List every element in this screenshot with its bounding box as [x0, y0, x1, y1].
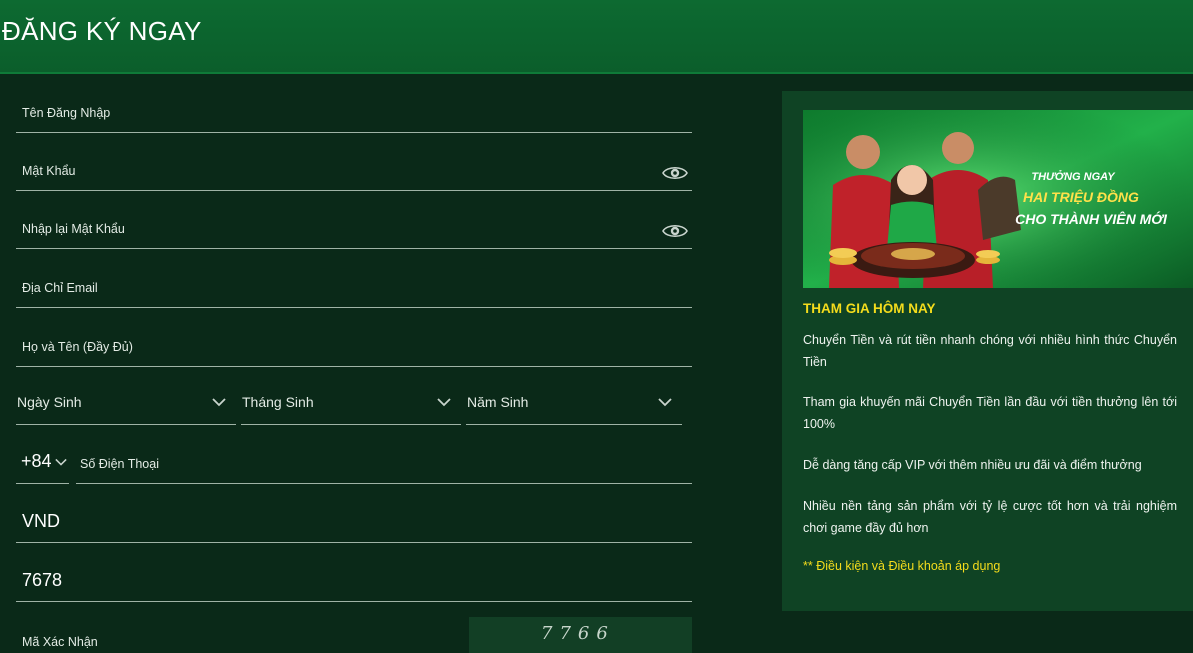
username-label: Tên Đăng Nhập	[22, 106, 111, 120]
fullname-field[interactable]: Họ và Tên (Đầy Đủ)	[16, 308, 692, 367]
password-field[interactable]: Mật Khẩu	[16, 132, 692, 191]
code-field[interactable]: 7678	[16, 543, 692, 602]
banner-line3: CHO THÀNH VIÊN MỚI	[1015, 210, 1168, 227]
promo-paragraph: Nhiều nền tảng sản phẩm với tỷ lệ cược t…	[803, 499, 1177, 535]
code-value: 7678	[22, 570, 63, 590]
phone-code-value: +84	[21, 451, 52, 471]
phone-field[interactable]: Số Điện Thoại	[76, 425, 692, 484]
chevron-down-icon	[55, 458, 67, 466]
promo-panel: THƯỞNG NGAY HAI TRIỆU ĐỒNG CHO THÀNH VIÊ…	[782, 91, 1193, 611]
captcha-field[interactable]: Mã Xác Nhận	[16, 614, 456, 653]
birth-month-label: Tháng Sinh	[242, 394, 314, 410]
username-field[interactable]: Tên Đăng Nhập	[16, 74, 692, 133]
birth-day-label: Ngày Sinh	[17, 394, 82, 410]
eye-icon[interactable]	[662, 164, 688, 182]
captcha-label: Mã Xác Nhận	[22, 635, 98, 649]
currency-value: VND	[22, 511, 61, 531]
captcha-image[interactable]: 7766	[469, 617, 692, 653]
chevron-down-icon	[437, 398, 451, 407]
birth-day-select[interactable]: Ngày Sinh	[16, 366, 236, 425]
promo-paragraph: Chuyển Tiền và rút tiền nhanh chóng với …	[803, 333, 1177, 369]
birth-year-select[interactable]: Năm Sinh	[466, 366, 682, 425]
currency-field[interactable]: VND	[16, 484, 692, 543]
eye-icon[interactable]	[662, 222, 688, 240]
terms-link[interactable]: ** Điều kiện và Điều khoản áp dụng	[803, 559, 1000, 573]
chevron-down-icon	[212, 398, 226, 407]
banner-line1: THƯỞNG NGAY	[1031, 170, 1116, 183]
banner-line2: HAI TRIỆU ĐỒNG	[1023, 188, 1139, 205]
roulette-wheel	[851, 242, 975, 278]
password-confirm-label: Nhập lại Mật Khẩu	[22, 222, 125, 236]
password-confirm-field[interactable]: Nhập lại Mật Khẩu	[16, 190, 692, 249]
birth-month-select[interactable]: Tháng Sinh	[241, 366, 461, 425]
registration-form: Tên Đăng Nhập Mật Khẩu Nhập lại Mật Khẩu…	[0, 74, 760, 653]
email-label: Địa Chỉ Email	[22, 281, 98, 295]
page-title: ĐĂNG KÝ NGAY	[2, 16, 202, 46]
header-bar: ĐĂNG KÝ NGAY	[0, 0, 1193, 74]
fullname-label: Họ và Tên (Đầy Đủ)	[22, 340, 133, 354]
promo-banner-image: THƯỞNG NGAY HAI TRIỆU ĐỒNG CHO THÀNH VIÊ…	[803, 110, 1193, 288]
promo-banner[interactable]: THƯỞNG NGAY HAI TRIỆU ĐỒNG CHO THÀNH VIÊ…	[803, 110, 1193, 288]
promo-paragraph: Tham gia khuyến mãi Chuyển Tiền lần đầu …	[803, 395, 1177, 431]
horse-figure	[978, 176, 1021, 240]
promo-title: THAM GIA HÔM NAY	[803, 301, 936, 316]
captcha-code: 7766	[541, 623, 615, 644]
birth-year-label: Năm Sinh	[467, 394, 529, 410]
email-field[interactable]: Địa Chỉ Email	[16, 249, 692, 308]
phone-code-select[interactable]: +84	[16, 425, 69, 484]
chevron-down-icon	[658, 398, 672, 407]
phone-label: Số Điện Thoại	[80, 457, 159, 471]
promo-paragraph: Dễ dàng tăng cấp VIP với thêm nhiều ưu đ…	[803, 458, 1142, 472]
password-label: Mật Khẩu	[22, 164, 76, 178]
